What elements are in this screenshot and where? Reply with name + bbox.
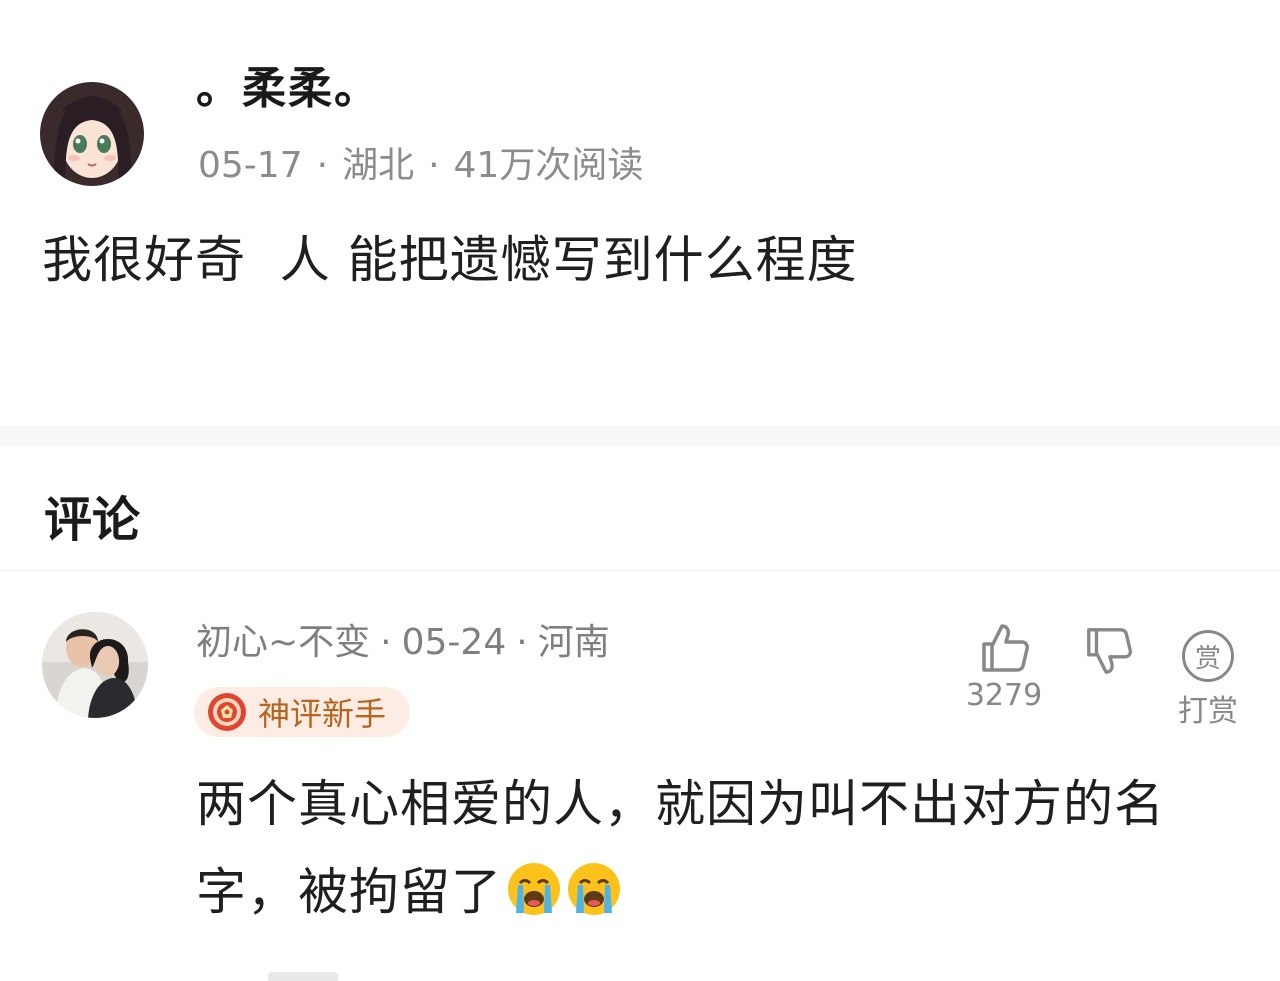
meta-separator: · [516, 622, 528, 663]
post-author-name[interactable]: 。柔柔。 [196, 52, 380, 116]
reward-icon: 赏 [1182, 630, 1234, 682]
badge-label: 神评新手 [258, 695, 387, 733]
thumbs-up-icon [982, 624, 1029, 672]
post-read-count: 41万次阅读 [453, 145, 644, 186]
meta-separator: · [316, 145, 329, 186]
comment-text: 两个真心相爱的人，就因为叫不出对方的名字，被拘留了 [196, 760, 1226, 936]
meta-separator: · [380, 622, 392, 663]
like-button[interactable]: 3279 [962, 622, 1046, 713]
post-author-avatar[interactable] [40, 82, 144, 186]
section-divider [0, 426, 1280, 446]
reward-label: 打赏 [1178, 694, 1238, 729]
medal-icon [208, 693, 246, 731]
post-meta: 05-17 · 湖北 · 41万次阅读 [198, 136, 643, 188]
anime-girl-avatar-icon [40, 82, 144, 186]
like-count: 3279 [965, 678, 1043, 713]
comment-body: 两个真心相爱的人，就因为叫不出对方的名字，被拘留了 [196, 775, 1165, 921]
comments-heading: 评论 [44, 492, 141, 548]
dislike-button[interactable] [1080, 626, 1136, 676]
page: 。柔柔。 05-17 · 湖北 · 41万次阅读 我很好奇 人 能把遗憾写到什么程度 评… [0, 0, 1280, 981]
loudly-crying-face-icon [568, 863, 620, 915]
couple-photo-avatar-icon [42, 612, 148, 718]
commenter-avatar[interactable] [42, 612, 148, 718]
post-date: 05-17 [198, 145, 303, 186]
comment-location: 河南 [537, 622, 610, 663]
divider [0, 570, 1280, 571]
post-content: 我很好奇 人 能把遗憾写到什么程度 [42, 231, 858, 289]
thumbs-down-icon [1087, 628, 1133, 674]
commenter-name[interactable]: 初心~不变 [196, 622, 370, 663]
loudly-crying-face-icon [508, 863, 560, 915]
comment-date: 05-24 [401, 622, 507, 663]
post-location: 湖北 [342, 145, 415, 186]
commenter-badge[interactable]: 神评新手 [194, 687, 410, 737]
next-comment-peek [268, 972, 338, 981]
comment-meta: 初心~不变 · 05-24 · 河南 [196, 613, 610, 665]
meta-separator: · [428, 145, 440, 186]
reward-button[interactable]: 赏 打赏 [1172, 630, 1244, 730]
